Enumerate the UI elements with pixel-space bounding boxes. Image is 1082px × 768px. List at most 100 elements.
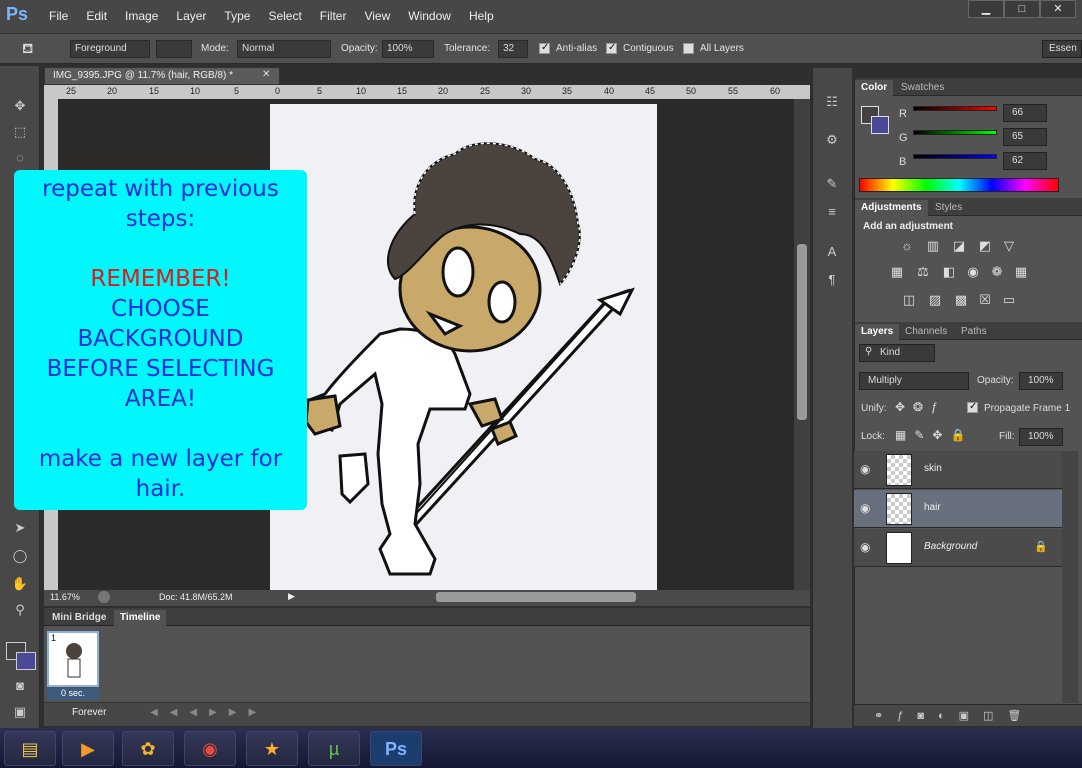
- animation-frame[interactable]: 1: [47, 631, 99, 687]
- workspace-switcher[interactable]: Essen: [1042, 40, 1082, 58]
- close-document-icon[interactable]: ✕: [262, 69, 270, 80]
- black-white-icon[interactable]: ◧: [939, 264, 959, 282]
- r-value[interactable]: 66: [1003, 104, 1047, 122]
- screen-mode-icon[interactable]: ▣: [10, 702, 30, 722]
- frame-duration[interactable]: 0 sec.: [47, 688, 99, 700]
- document-image[interactable]: [270, 104, 657, 590]
- tab-adjustments[interactable]: Adjustments: [855, 200, 928, 216]
- gradient-map-icon[interactable]: ▭: [999, 292, 1019, 310]
- channel-mixer-icon[interactable]: ❁: [987, 264, 1007, 282]
- move-tool-icon[interactable]: ✥: [10, 96, 30, 116]
- zoom-level[interactable]: 11.67%: [50, 592, 80, 602]
- layer-row-hair[interactable]: ◉ hair: [854, 490, 1062, 528]
- zoom-tool-icon[interactable]: ⚲: [10, 600, 30, 620]
- lasso-tool-icon[interactable]: ◌: [10, 148, 30, 168]
- tab-color[interactable]: Color: [855, 80, 894, 96]
- ellipse-tool-icon[interactable]: ◯: [10, 546, 30, 566]
- antialias-checkbox[interactable]: [539, 42, 550, 54]
- menu-filter[interactable]: Filter: [311, 9, 356, 23]
- document-tab[interactable]: IMG_9395.JPG @ 11.7% (hair, RGB/8) *: [44, 67, 280, 85]
- layer-row-background[interactable]: ◉ Background 🔒: [854, 529, 1062, 567]
- layer-row-skin[interactable]: ◉ skin: [854, 451, 1062, 489]
- media-player-icon[interactable]: ▶: [62, 731, 114, 766]
- tolerance-field[interactable]: 32: [498, 40, 528, 58]
- selective-color-icon[interactable]: ☒: [975, 292, 995, 310]
- star-app-icon[interactable]: ★: [246, 731, 298, 766]
- r-slider[interactable]: [913, 106, 997, 111]
- hue-saturation-icon[interactable]: ▦: [887, 264, 907, 282]
- file-explorer-icon[interactable]: ▤: [4, 731, 56, 766]
- tab-channels[interactable]: Channels: [899, 324, 953, 340]
- tab-timeline[interactable]: Timeline: [114, 610, 167, 626]
- tab-paths[interactable]: Paths: [955, 324, 993, 340]
- pattern-picker[interactable]: [156, 40, 192, 58]
- history-icon[interactable]: ☷: [822, 94, 842, 114]
- horizontal-scroll-thumb[interactable]: [436, 592, 636, 602]
- menu-image[interactable]: Image: [116, 9, 167, 23]
- g-slider[interactable]: [913, 130, 997, 135]
- menu-help[interactable]: Help: [460, 9, 503, 23]
- playback-controls-icon[interactable]: ◀◀◀▶▶▶: [150, 707, 268, 718]
- brush-icon[interactable]: ✎: [822, 176, 842, 196]
- fill-field[interactable]: 100%: [1019, 428, 1063, 446]
- loop-select[interactable]: Forever: [72, 707, 106, 718]
- threshold-icon[interactable]: ▩: [951, 292, 971, 310]
- unify-icons[interactable]: ✥❂ƒ: [895, 400, 946, 414]
- paragraph-icon[interactable]: ¶: [822, 272, 842, 292]
- status-menu-icon[interactable]: [98, 591, 110, 603]
- background-swatch[interactable]: [871, 116, 889, 134]
- eye-icon[interactable]: ◉: [860, 462, 870, 476]
- maximize-button[interactable]: □: [1004, 0, 1040, 18]
- eye-icon[interactable]: ◉: [860, 540, 870, 554]
- opacity-field[interactable]: 100%: [382, 40, 434, 58]
- brightness-icon[interactable]: ☼: [897, 238, 917, 256]
- hand-tool-icon[interactable]: ✋: [10, 574, 30, 594]
- color-lookup-icon[interactable]: ▦: [1011, 264, 1031, 282]
- chrome-icon[interactable]: ◉: [184, 731, 236, 766]
- propagate-checkbox[interactable]: [967, 401, 978, 413]
- properties-icon[interactable]: ⚙: [822, 132, 842, 152]
- path-select-tool-icon[interactable]: ➤: [10, 518, 30, 538]
- color-ramp[interactable]: [859, 178, 1059, 192]
- menu-layer[interactable]: Layer: [167, 9, 215, 23]
- app-icon[interactable]: ✿: [122, 731, 174, 766]
- menu-file[interactable]: File: [40, 9, 77, 23]
- close-button[interactable]: ✕: [1040, 0, 1076, 18]
- curves-icon[interactable]: ◪: [949, 238, 969, 256]
- exposure-icon[interactable]: ◩: [975, 238, 995, 256]
- menu-window[interactable]: Window: [399, 9, 460, 23]
- tab-styles[interactable]: Styles: [929, 200, 968, 216]
- layer-actions-icons[interactable]: ⚭ƒ◙◐▣◫🗑: [874, 709, 1035, 722]
- color-balance-icon[interactable]: ⚖: [913, 264, 933, 282]
- character-icon[interactable]: A: [822, 244, 842, 264]
- paint-bucket-icon[interactable]: ⛾: [22, 40, 42, 58]
- levels-icon[interactable]: ▥: [923, 238, 943, 256]
- background-color-swatch[interactable]: [16, 652, 36, 670]
- posterize-icon[interactable]: ▨: [925, 292, 945, 310]
- utorrent-icon[interactable]: µ: [308, 731, 360, 766]
- eye-icon[interactable]: ◉: [860, 501, 870, 515]
- brush-presets-icon[interactable]: ≡: [822, 204, 842, 224]
- g-value[interactable]: 65: [1003, 128, 1047, 146]
- photoshop-taskbar-icon[interactable]: Ps: [370, 731, 422, 766]
- vibrance-icon[interactable]: ▽: [999, 238, 1019, 256]
- layer-opacity-field[interactable]: 100%: [1019, 372, 1063, 390]
- blend-mode-select[interactable]: Multiply: [859, 372, 969, 390]
- tab-layers[interactable]: Layers: [855, 324, 900, 340]
- tab-swatches[interactable]: Swatches: [895, 80, 950, 96]
- mode-select[interactable]: Normal: [237, 40, 331, 58]
- vertical-scroll-thumb[interactable]: [797, 244, 807, 420]
- menu-view[interactable]: View: [355, 9, 399, 23]
- quick-mask-icon[interactable]: ◙: [10, 676, 30, 696]
- all-layers-checkbox[interactable]: [683, 43, 694, 54]
- marquee-tool-icon[interactable]: ⬚: [10, 122, 30, 142]
- fill-source-select[interactable]: Foreground: [70, 40, 150, 58]
- contiguous-checkbox[interactable]: [606, 42, 617, 54]
- minimize-button[interactable]: ▁: [968, 0, 1004, 18]
- lock-icons[interactable]: ▦✎✥🔒: [895, 428, 973, 442]
- menu-edit[interactable]: Edit: [77, 9, 116, 23]
- invert-icon[interactable]: ◫: [899, 292, 919, 310]
- status-arrow-icon[interactable]: ▶: [288, 591, 295, 602]
- layers-scrollbar[interactable]: [1062, 451, 1078, 703]
- photo-filter-icon[interactable]: ◉: [963, 264, 983, 282]
